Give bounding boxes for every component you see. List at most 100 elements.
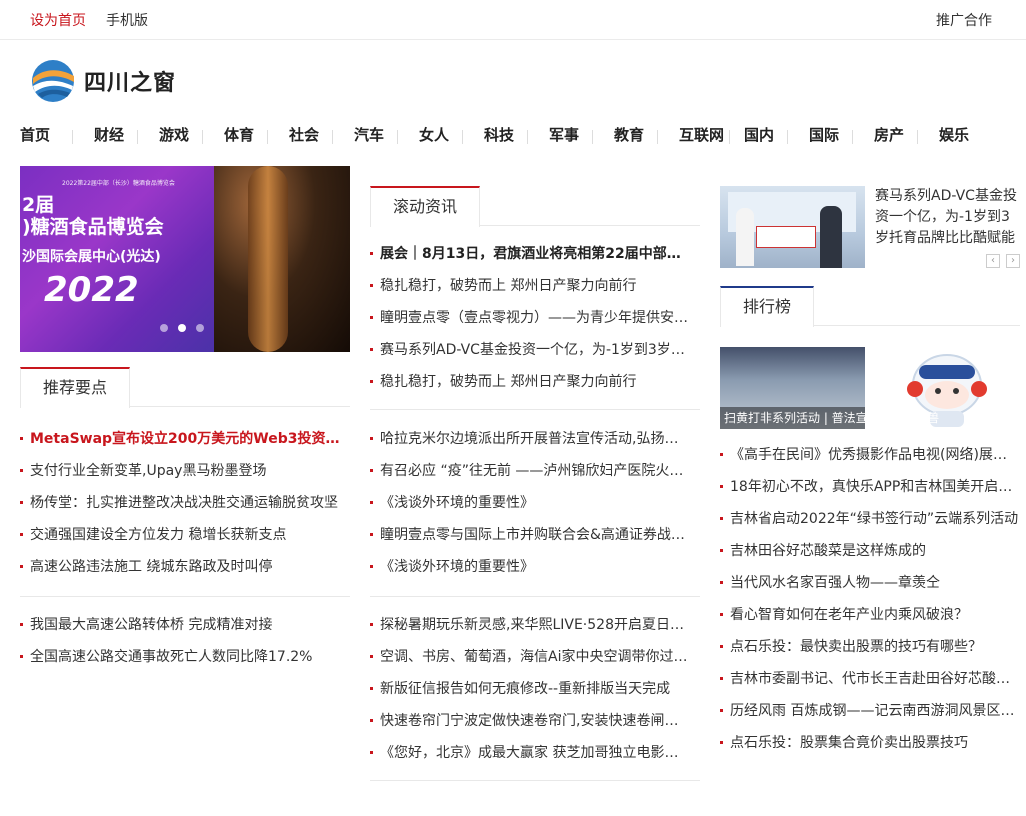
nav-divider — [729, 130, 730, 144]
list-item[interactable]: 探秘暑期玩乐新灵感,来华熙LIVE·528开启夏日美好生活 — [370, 614, 692, 634]
nav-item-entertainment[interactable]: 娱乐 — [939, 124, 969, 145]
list-item[interactable]: 吉林省启动2022年“绿书签行动”云端系列活动 — [720, 508, 1020, 528]
recommended-section-header: 推荐要点 — [20, 367, 350, 408]
list-item[interactable]: 点石乐投：股票集合竟价卖出股票技巧 — [720, 732, 1020, 752]
list-item[interactable]: 瞳明壹点零与国际上市并购联合会&高通证券战略合作 — [370, 524, 692, 544]
nav-divider — [202, 130, 203, 144]
list-item[interactable]: 交通强国建设全方位发力 稳增长获新支点 — [20, 524, 350, 544]
list-item[interactable]: 点石乐投：最快卖出股票的技巧有哪些？ — [720, 636, 1020, 656]
banner-venue: 沙国际会展中心(光达) — [22, 249, 161, 265]
tab-scrolling-news[interactable]: 滚动资讯 — [370, 186, 481, 227]
nav-item-international[interactable]: 国际 — [809, 124, 839, 145]
list-item[interactable]: 《您好，北京》成最大赢家 获芝加哥独立电影奖多项大奖 — [370, 742, 692, 762]
nav-item-tech[interactable]: 科技 — [484, 124, 514, 145]
section-divider — [370, 596, 700, 597]
nav-item-sports[interactable]: 体育 — [224, 124, 254, 145]
list-item[interactable]: 哈拉克米尔边境派出所开展普法宣传活动,弘扬法治精神 — [370, 428, 692, 448]
banner-headline-2: )糖酒食品博览会 — [22, 216, 164, 238]
banner-year: 2022 — [44, 270, 139, 310]
banner-carousel[interactable]: 2022第22届中部（长沙）糖酒食品博览会 2届 )糖酒食品博览会 沙国际会展中… — [20, 166, 350, 352]
list-item[interactable]: 吉林田谷好芯酸菜是这样炼成的 — [720, 540, 1020, 560]
nav-divider — [462, 130, 463, 144]
list-item[interactable]: 《高手在民间》优秀摄影作品电视(网络)展播活动 — [720, 444, 1020, 464]
top-bar: 设为首页 手机版 推广合作 — [0, 0, 1026, 40]
list-item[interactable]: 新版征信报告如何无痕修改--重新排版当天完成 — [370, 678, 692, 698]
nav-item-internet[interactable]: 互联网 — [679, 124, 724, 145]
set-homepage-link[interactable]: 设为首页 — [30, 10, 86, 30]
ranking-image-1[interactable]: 扫黄打非系列活动 | 普法宣传进社区 — [720, 347, 865, 429]
tab-recommended[interactable]: 推荐要点 — [20, 367, 131, 408]
section-divider — [370, 780, 700, 781]
nav-divider — [267, 130, 268, 144]
feature-thumbnail — [720, 186, 865, 268]
feature-caption: 赛马系列AD-VC基金投资一个亿，为-1岁到3岁托育品牌比比酷赋能 — [875, 188, 1017, 246]
ranking-section-header: 排行榜 — [720, 286, 1020, 327]
banner-small-text: 2022第22届中部（长沙）糖酒食品博览会 — [62, 180, 175, 187]
list-item[interactable]: 有召必应 “疫”往无前 ——泸州锦欣妇产医院火速驰援 — [370, 460, 692, 480]
nav-item-society[interactable]: 社会 — [289, 124, 319, 145]
list-item[interactable]: 《浅谈外环境的重要性》 — [370, 492, 692, 512]
list-item[interactable]: 当代风水名家百强人物——章羡仝 — [720, 572, 1020, 592]
ranking-image-caption: 扫黄打非系列活动 | 普法宣传进社区 — [720, 407, 865, 429]
list-item[interactable]: 空调、书房、葡萄酒，海信Ai家中央空调带你过美好生活 — [370, 646, 692, 666]
nav-item-auto[interactable]: 汽车 — [354, 124, 384, 145]
tab-ranking[interactable]: 排行榜 — [720, 286, 815, 327]
carousel-dot[interactable] — [160, 324, 168, 332]
nav-divider — [72, 130, 73, 144]
nav-item-women[interactable]: 女人 — [419, 124, 449, 145]
list-item[interactable]: 18年初心不改，真快乐APP和吉林国美开启新篇章 — [720, 476, 1020, 496]
list-item-headline[interactable]: MetaSwap宣布设立200万美元的Web3投资基金 — [20, 428, 350, 448]
nav-item-military[interactable]: 军事 — [549, 124, 579, 145]
nav-divider — [527, 130, 528, 144]
list-item[interactable]: 我国最大高速公路转体桥 完成精准对接 — [20, 614, 350, 634]
main-nav: 首页 财经 游戏 体育 社会 汽车 女人 科技 军事 教育 互联网 国内 国际 … — [0, 124, 1026, 150]
list-item[interactable]: 《浅谈外环境的重要性》 — [370, 556, 692, 576]
logo-text: 四川之窗 — [84, 70, 177, 96]
next-arrow-icon[interactable]: › — [1006, 254, 1020, 268]
nav-divider — [787, 130, 788, 144]
nav-divider — [657, 130, 658, 144]
list-item[interactable]: 看心智育如何在老年产业内乘风破浪？ — [720, 604, 1020, 624]
list-item[interactable]: 稳扎稳打，破势而上 郑州日产聚力向前行 — [370, 275, 692, 295]
thumbnail-check-board — [756, 226, 816, 248]
section-divider — [20, 596, 350, 597]
ranking-images: 扫黄打非系列活动 | 普法宣传进社区 小白兽 — [720, 347, 1020, 429]
list-item[interactable]: 瞳明壹点零（壹点零视力）——为青少年提供安全有效的近视防控方案 — [370, 307, 692, 327]
site-logo[interactable]: 四川之窗 — [30, 58, 176, 104]
logo-globe-icon — [32, 60, 74, 102]
feature-story[interactable]: 赛马系列AD-VC基金投资一个亿，为-1岁到3岁托育品牌比比酷赋能 — [720, 186, 1020, 268]
nav-divider — [592, 130, 593, 144]
ranking-image-2[interactable]: 小白兽 — [875, 347, 1020, 429]
nav-item-finance[interactable]: 财经 — [94, 124, 124, 145]
list-item-headline[interactable]: 展会｜8月13日，君旗酒业将亮相第22届中部（长沙）糖酒食品博览会 — [370, 243, 692, 263]
thumbnail-person — [820, 206, 842, 268]
nav-item-games[interactable]: 游戏 — [159, 124, 189, 145]
nav-item-domestic[interactable]: 国内 — [744, 124, 774, 145]
nav-divider — [137, 130, 138, 144]
list-item[interactable]: 稳扎稳打，破势而上 郑州日产聚力向前行 — [370, 371, 692, 391]
list-item[interactable]: 高速公路违法施工 绕城东路政及时叫停 — [20, 556, 350, 576]
news-feed-section-header: 滚动资讯 — [370, 186, 700, 227]
list-item[interactable]: 历经风雨 百炼成钢——记云南西游洞风景区的发展 — [720, 700, 1020, 720]
ranking-image-caption: 小白兽 — [903, 411, 940, 425]
list-item[interactable]: 支付行业全新变革,Upay黑马粉墨登场 — [20, 460, 350, 480]
nav-item-home[interactable]: 首页 — [20, 124, 50, 145]
promotion-link[interactable]: 推广合作 — [936, 10, 992, 30]
banner-tower-graphic — [248, 166, 288, 352]
thumbnail-person — [736, 208, 754, 266]
list-item[interactable]: 快速卷帘门宁波定做快速卷帘门,安装快速卷闸门,厂家直销 — [370, 710, 692, 730]
nav-divider — [852, 130, 853, 144]
nav-item-realestate[interactable]: 房产 — [874, 124, 904, 145]
list-item[interactable]: 杨传堂：扎实推进整改决战决胜交通运输脱贫攻坚 — [20, 492, 350, 512]
nav-item-education[interactable]: 教育 — [614, 124, 644, 145]
list-item[interactable]: 吉林市委副书记、代市长王吉赴田谷好芯酸菜调研 — [720, 668, 1020, 688]
list-item[interactable]: 全国高速公路交通事故死亡人数同比降17.2% — [20, 646, 350, 666]
carousel-dot[interactable] — [196, 324, 204, 332]
mobile-version-link[interactable]: 手机版 — [106, 10, 148, 30]
carousel-dot-active[interactable] — [178, 324, 186, 332]
prev-arrow-icon[interactable]: ‹ — [986, 254, 1000, 268]
section-divider — [370, 409, 700, 410]
list-item[interactable]: 赛马系列AD-VC基金投资一个亿，为-1岁到3岁托育品牌比比酷赋能 — [370, 339, 692, 359]
nav-divider — [397, 130, 398, 144]
nav-divider — [332, 130, 333, 144]
